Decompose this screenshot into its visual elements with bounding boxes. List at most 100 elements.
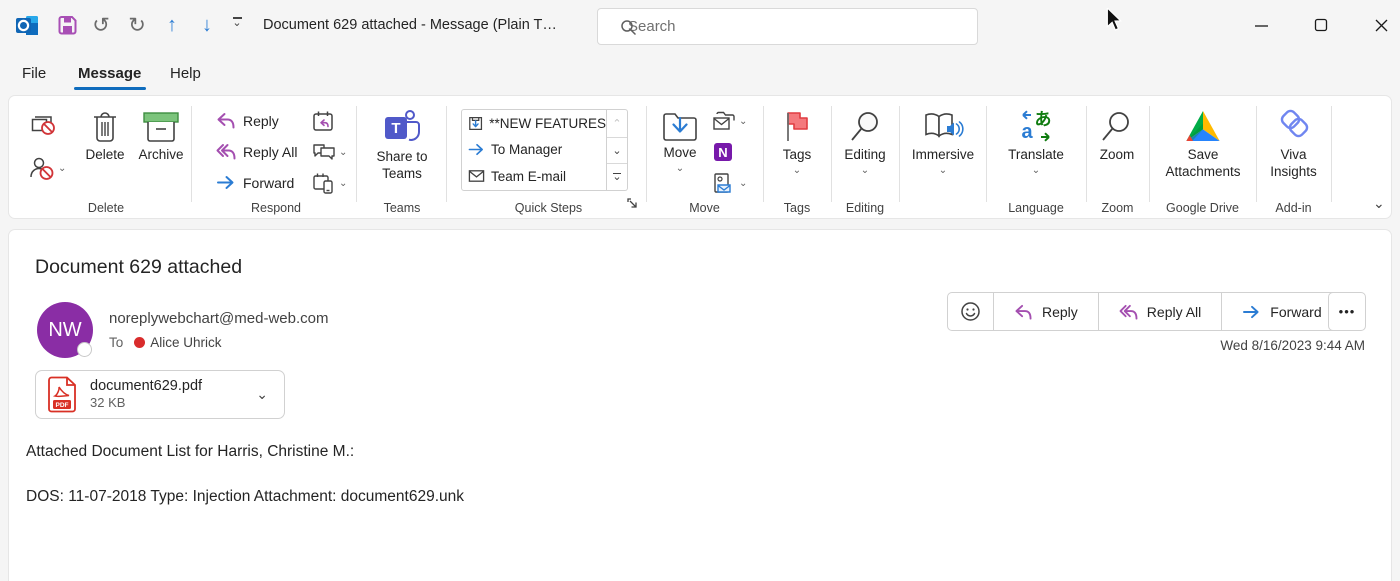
move-up-button[interactable]: ↑ xyxy=(159,12,185,38)
block-sender-icon xyxy=(29,155,55,181)
meeting-reply-icon xyxy=(312,110,334,132)
save-attachments-button[interactable]: Save Attachments xyxy=(1157,108,1249,181)
tags-button[interactable]: Tags ⌄ xyxy=(772,110,822,176)
group-label: Add-in xyxy=(1256,201,1331,215)
quick-step-team-email[interactable]: Team E-mail xyxy=(462,163,606,190)
viva-insights-button[interactable]: Viva Insights xyxy=(1261,108,1326,181)
reply-all-label: Reply All xyxy=(1147,304,1201,320)
share-to-phone-button[interactable]: ⌄ xyxy=(312,169,347,196)
delete-trash-icon xyxy=(90,110,120,144)
share-to-teams-label: Share to Teams xyxy=(367,149,437,183)
redo-button[interactable]: ↻ xyxy=(124,12,150,38)
zoom-button[interactable]: Zoom xyxy=(1092,110,1142,164)
translate-button[interactable]: a あ Translate ⌄ xyxy=(1001,108,1071,176)
group-quick-steps: **NEW FEATURES To Manager Team E-mail ⌃ … xyxy=(451,96,646,220)
move-to-folder-icon xyxy=(468,115,483,132)
ignore-icon xyxy=(31,112,57,136)
immersive-reader-icon xyxy=(922,110,964,144)
quick-step-new-features[interactable]: **NEW FEATURES xyxy=(462,110,606,137)
quick-steps-scroll-up[interactable]: ⌃ xyxy=(607,110,627,137)
quick-steps-more[interactable]: ⌄ xyxy=(607,163,627,190)
undo-button[interactable]: ↺ xyxy=(88,12,114,38)
reply-button[interactable]: Reply xyxy=(993,293,1098,330)
quick-step-to-manager[interactable]: To Manager xyxy=(462,137,606,164)
search-input[interactable] xyxy=(628,18,928,35)
reply-all-button[interactable]: Reply All xyxy=(1098,293,1221,330)
move-button[interactable]: Move ⌄ xyxy=(654,110,706,174)
group-language: a あ Translate ⌄ Language xyxy=(986,96,1086,220)
body-line: DOS: 11-07-2018 Type: Injection Attachme… xyxy=(26,488,464,506)
quick-step-label: **NEW FEATURES xyxy=(489,116,606,131)
group-label: Respond xyxy=(196,201,356,215)
delete-button[interactable]: Delete xyxy=(79,110,131,164)
recipient-name[interactable]: Alice Uhrick xyxy=(150,335,221,350)
close-button[interactable] xyxy=(1366,10,1396,40)
group-delete: ⌄ Delete Archive Delete xyxy=(21,96,191,220)
forward-label: Forward xyxy=(1270,304,1321,320)
message-subject: Document 629 attached xyxy=(35,256,242,279)
forward-button[interactable]: Forward xyxy=(1221,293,1341,330)
message-pane: Document 629 attached NW noreplywebchart… xyxy=(8,229,1392,581)
rules-icon xyxy=(712,110,736,132)
avatar-initials: NW xyxy=(48,319,81,342)
flag-icon xyxy=(780,110,814,144)
more-move-actions-button[interactable]: ⌄ xyxy=(712,169,747,196)
maximize-button[interactable] xyxy=(1306,10,1336,40)
move-down-button[interactable]: ↓ xyxy=(194,12,220,38)
group-label: Tags xyxy=(763,201,831,215)
group-move: Move ⌄ ⌄ N xyxy=(646,96,763,220)
envelope-icon xyxy=(468,169,485,183)
block-sender-button[interactable]: ⌄ xyxy=(29,154,66,181)
editing-button[interactable]: Editing ⌄ xyxy=(837,110,893,176)
reply-all-button[interactable]: Reply All xyxy=(216,138,297,165)
more-actions-button[interactable]: ••• xyxy=(1328,292,1366,331)
tab-help[interactable]: Help xyxy=(166,58,205,88)
minimize-button[interactable] xyxy=(1246,10,1276,40)
chat-button[interactable]: ⌄ xyxy=(312,138,347,165)
reply-all-icon xyxy=(1119,304,1138,320)
forward-button[interactable]: Forward xyxy=(216,169,297,196)
quick-steps-dialog-launcher[interactable] xyxy=(627,196,638,214)
chevron-down-icon: ⌄ xyxy=(861,166,869,176)
customize-toolbar-button[interactable]: ⌄ xyxy=(229,17,245,29)
chevron-down-icon: ⌄ xyxy=(676,164,684,174)
search-box[interactable] xyxy=(597,8,978,45)
mouse-cursor xyxy=(1105,8,1123,32)
save-attachments-label: Save Attachments xyxy=(1157,147,1249,181)
attachment-card[interactable]: PDF document629.pdf 32 KB ⌄ xyxy=(35,370,285,419)
sender-email[interactable]: noreplywebchart@med-web.com xyxy=(109,310,329,327)
chevron-down-icon: ⌄ xyxy=(1032,166,1040,176)
message-action-buttons: Reply Reply All Forward xyxy=(947,292,1343,331)
meeting-button[interactable] xyxy=(312,107,347,134)
tab-message[interactable]: Message xyxy=(74,58,145,88)
viva-insights-icon xyxy=(1275,108,1313,144)
attachment-options-button[interactable]: ⌄ xyxy=(250,386,274,403)
divider xyxy=(1331,106,1332,202)
group-label: Language xyxy=(986,201,1086,215)
onenote-button[interactable]: N xyxy=(712,138,747,165)
attachment-filename: document629.pdf xyxy=(90,378,202,395)
reply-label: Reply xyxy=(243,113,279,129)
chevron-down-icon: ⌄ xyxy=(739,179,747,189)
save-button[interactable] xyxy=(54,12,80,38)
reactions-button[interactable] xyxy=(948,293,993,330)
presence-badge xyxy=(77,342,92,357)
reply-button[interactable]: Reply xyxy=(216,107,297,134)
immersive-button[interactable]: Immersive ⌄ xyxy=(907,110,979,176)
phone-share-icon xyxy=(312,172,336,194)
divider xyxy=(446,106,447,202)
archive-button[interactable]: Archive xyxy=(133,110,189,164)
to-label: To xyxy=(109,335,123,350)
outlook-app-icon[interactable] xyxy=(14,12,40,38)
chevron-down-icon: ⌄ xyxy=(612,175,621,181)
tab-file[interactable]: File xyxy=(18,58,50,88)
reply-icon xyxy=(216,112,236,129)
share-to-teams-button[interactable]: T Share to Teams xyxy=(367,108,437,183)
quick-steps-scroll-down[interactable]: ⌄ xyxy=(607,137,627,164)
presence-busy-icon xyxy=(134,337,145,348)
collapse-ribbon-button[interactable]: ⌄ xyxy=(1373,195,1385,212)
group-label: Editing xyxy=(831,201,899,215)
rules-button[interactable]: ⌄ xyxy=(712,107,747,134)
zoom-label: Zoom xyxy=(1100,147,1135,164)
ignore-button[interactable] xyxy=(31,112,57,141)
